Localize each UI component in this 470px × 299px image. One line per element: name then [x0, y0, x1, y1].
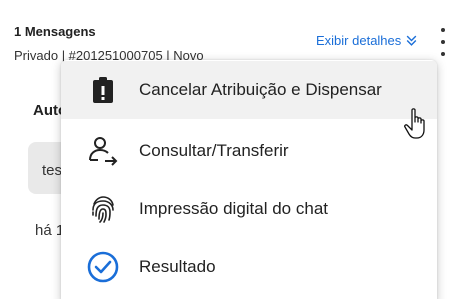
menu-item-consult-transfer[interactable]: Consultar/Transferir — [61, 122, 437, 180]
double-chevron-down-icon — [406, 35, 417, 46]
menu-item-label: Impressão digital do chat — [139, 199, 328, 218]
message-count: 1 Mensagens — [14, 24, 96, 39]
menu-item-cancel-assignment[interactable]: Cancelar Atribuição e Dispensar — [61, 61, 437, 119]
options-menu: Cancelar Atribuição e Dispensar Consulta… — [61, 60, 437, 299]
clipboard-alert-icon — [85, 72, 121, 108]
show-details-label: Exibir detalhes — [316, 33, 402, 48]
check-circle-icon — [85, 249, 121, 285]
menu-item-label: Resultado — [139, 257, 216, 276]
menu-item-label: Cancelar Atribuição e Dispensar — [139, 80, 382, 99]
menu-item-label: Consultar/Transferir — [139, 141, 289, 160]
show-details-link[interactable]: Exibir detalhes — [316, 33, 418, 48]
menu-item-result[interactable]: Resultado — [61, 238, 437, 296]
fingerprint-icon — [85, 191, 121, 227]
hand-cursor-icon — [402, 107, 432, 141]
more-options-icon[interactable] — [436, 28, 450, 56]
user-transfer-icon — [85, 133, 121, 169]
menu-item-chat-fingerprint[interactable]: Impressão digital do chat — [61, 180, 437, 238]
